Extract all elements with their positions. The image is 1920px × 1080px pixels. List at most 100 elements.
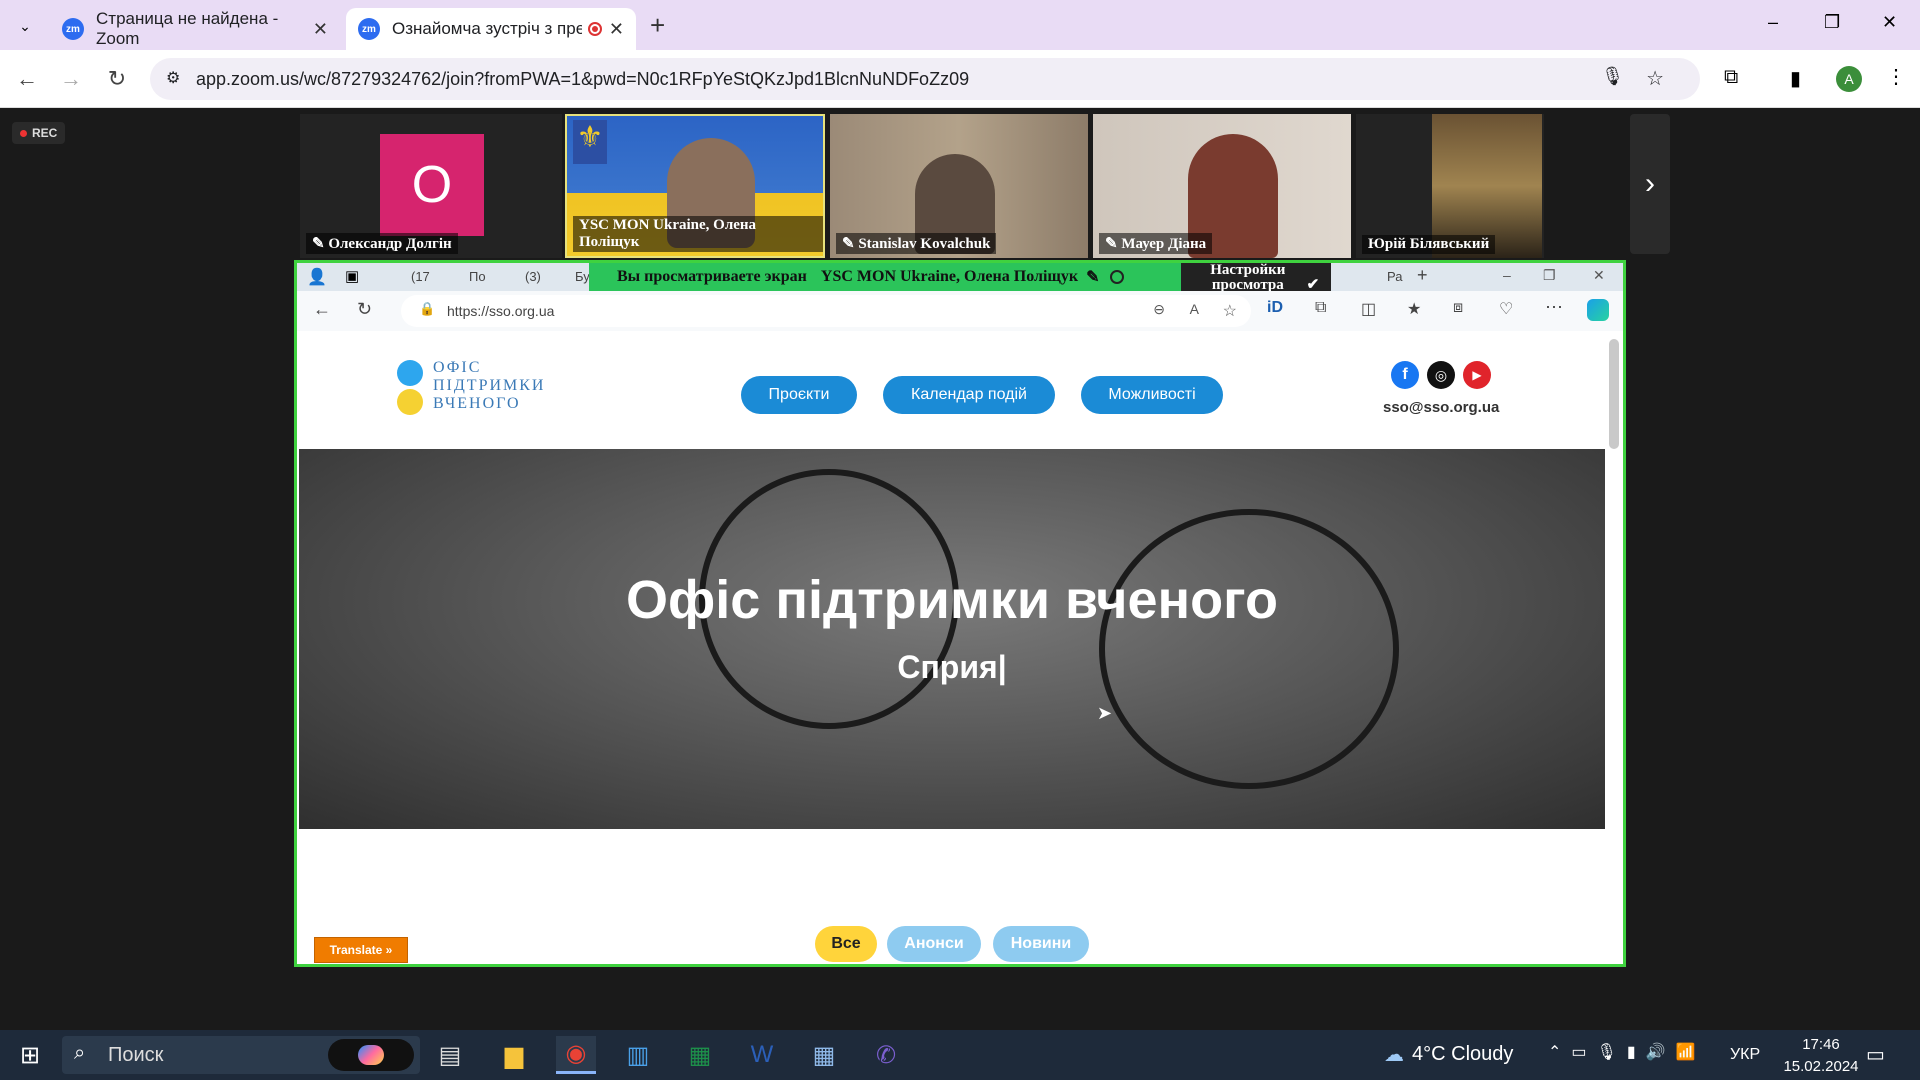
search-icon: ⌕ xyxy=(74,1042,86,1064)
shared-reload-icon: ↻ xyxy=(357,299,373,319)
profile-avatar[interactable]: A xyxy=(1836,66,1862,92)
hero-title: Офіс підтримки вченого xyxy=(626,570,1278,630)
weather-text: 4°C Cloudy xyxy=(1412,1043,1514,1065)
participant-tile[interactable]: Юрій Білявський xyxy=(1356,114,1544,258)
contact-email[interactable]: sso@sso.org.ua xyxy=(1383,399,1499,416)
mouse-cursor-icon: ➤ xyxy=(1097,703,1113,723)
extensions-icon[interactable]: ⧉ xyxy=(1724,66,1738,89)
cloud-icon: ☁ xyxy=(1384,1044,1404,1066)
tab-zoom-meeting[interactable]: zm Ознайомча зустріч з пред ✕ xyxy=(346,8,636,50)
participant-tile[interactable]: O ✎ Олександр Долгін xyxy=(300,114,562,258)
nav-projects-button[interactable]: Проєкти xyxy=(741,376,857,414)
file-explorer-icon[interactable]: ▆ xyxy=(494,1036,534,1074)
word-icon[interactable]: W xyxy=(742,1036,782,1074)
logo-line: ПІДТРИМКИ xyxy=(433,377,546,394)
filter-announcements-button[interactable]: Анонси xyxy=(887,926,981,962)
microphone-icon[interactable]: 🎙 xyxy=(1601,66,1624,87)
address-bar[interactable]: ⚙ app.zoom.us/wc/87279324762/join?fromPW… xyxy=(150,58,1700,100)
nav-calendar-button[interactable]: Календар подій xyxy=(883,376,1055,414)
screen-share-banner: Вы просматриваете экран YSC MON Ukraine,… xyxy=(589,263,1181,291)
participant-avatar: O xyxy=(380,134,484,236)
next-participants-button[interactable]: › xyxy=(1630,114,1670,254)
language-indicator[interactable]: УКР xyxy=(1730,1046,1760,1064)
view-options-button[interactable]: Настройки просмотра ✔ xyxy=(1181,263,1331,293)
nav-opportunities-button[interactable]: Можливості xyxy=(1081,376,1223,414)
participant-name: YSC MON Ukraine, Олена Поліщук xyxy=(573,216,823,252)
filter-all-button[interactable]: Все xyxy=(815,926,877,962)
translate-button[interactable]: Translate » xyxy=(314,937,408,963)
tab-search-icon[interactable]: ⌄ xyxy=(10,12,40,40)
rec-dot-icon xyxy=(20,129,27,137)
favorite-star-icon: ☆ xyxy=(1222,303,1237,320)
view-options-label: Настройки просмотра xyxy=(1210,262,1286,293)
mic-muted-icon: ✎ xyxy=(1086,269,1100,286)
record-icon xyxy=(1109,270,1124,284)
participant-tile-active-speaker[interactable]: ⚜ YSC MON Ukraine, Олена Поліщук xyxy=(565,114,825,258)
logo-blue-dot-icon xyxy=(397,360,423,386)
facebook-icon[interactable]: f xyxy=(1391,361,1419,389)
restore-button[interactable]: ❐ xyxy=(1824,12,1840,33)
excel-icon[interactable]: ▦ xyxy=(680,1036,720,1074)
search-placeholder: Поиск xyxy=(108,1043,164,1066)
filter-news-button[interactable]: Новини xyxy=(993,926,1089,962)
task-view-icon[interactable]: ▤ xyxy=(430,1036,470,1074)
shared-tab: (3) xyxy=(525,269,541,284)
zoom-logo-icon: zm xyxy=(358,18,380,40)
shared-scrollbar xyxy=(1609,339,1619,449)
forward-arrow-icon[interactable]: → xyxy=(54,62,88,96)
participant-tile[interactable]: ✎ Stanislav Kovalchuk xyxy=(830,114,1088,258)
new-tab-button[interactable]: + xyxy=(650,10,665,41)
minimize-button[interactable]: – xyxy=(1768,12,1778,33)
tab-zoom-not-found[interactable]: zm Страница не найдена - Zoom ✕ xyxy=(50,8,340,50)
youtube-icon[interactable]: ▶ xyxy=(1463,361,1491,389)
chrome-icon[interactable]: ◉ xyxy=(556,1036,596,1074)
shared-back-icon: ← xyxy=(313,299,331,319)
clock[interactable]: 17:46 15.02.2024 xyxy=(1776,1034,1866,1078)
participant-name: ✎ Мауер Діана xyxy=(1099,233,1213,254)
more-icon: ⋯ xyxy=(1545,297,1563,317)
close-icon[interactable]: ✕ xyxy=(313,19,328,40)
shared-tab: Ра xyxy=(1387,269,1403,284)
side-panel-icon[interactable]: ▮ xyxy=(1790,66,1801,91)
tab-title: Ознайомча зустріч з пред xyxy=(392,19,582,38)
banner-text: Вы просматриваете экран xyxy=(617,268,807,285)
instagram-icon[interactable]: ◎ xyxy=(1427,361,1455,389)
close-icon[interactable]: ✕ xyxy=(609,19,624,40)
shared-close-icon: ✕ xyxy=(1593,267,1605,283)
save-app-icon[interactable]: ▥ xyxy=(618,1036,658,1074)
calculator-icon[interactable]: ▦ xyxy=(804,1036,844,1074)
clock-time: 17:46 xyxy=(1802,1036,1840,1053)
viber-icon[interactable]: ✆ xyxy=(866,1036,906,1074)
clock-date: 15.02.2024 xyxy=(1783,1058,1859,1075)
back-arrow-icon[interactable]: ← xyxy=(10,62,44,96)
site-info-icon[interactable]: ⚙ xyxy=(166,68,180,88)
participant-name: Юрій Білявський xyxy=(1362,235,1496,254)
windows-start-icon[interactable]: ⊞ xyxy=(10,1036,50,1074)
close-window-button[interactable]: ✕ xyxy=(1882,12,1897,33)
menu-icon[interactable]: ⋮ xyxy=(1886,64,1906,89)
participant-name: ✎ Stanislav Kovalchuk xyxy=(836,233,997,254)
participant-tile[interactable]: ✎ Мауер Діана xyxy=(1093,114,1351,258)
shared-minimize-icon: – xyxy=(1503,267,1511,283)
zoom-out-icon: ⊖ xyxy=(1153,301,1165,317)
weather-widget[interactable]: ☁ 4°C Cloudy xyxy=(1384,1042,1513,1067)
reload-icon[interactable]: ↻ xyxy=(100,62,134,96)
copilot-icon[interactable] xyxy=(328,1039,414,1071)
collections-icon: ⧈ xyxy=(1453,299,1464,316)
read-aloud-icon: A xyxy=(1189,301,1199,317)
shared-restore-icon: ❐ xyxy=(1543,267,1556,283)
shared-new-tab-icon: + xyxy=(1417,265,1428,285)
system-tray-icons[interactable]: ⌃▭🎙▮🔊📶 xyxy=(1548,1042,1705,1062)
logo-yellow-dot-icon xyxy=(397,389,423,415)
taskbar-search[interactable]: ⌕ Поиск xyxy=(62,1036,420,1074)
lock-icon: 🔒 xyxy=(419,301,436,316)
shared-address-bar: 🔒 https://sso.org.ua ☆ A ⊖ xyxy=(401,295,1251,327)
browser-tabstrip: ⌄ zm Страница не найдена - Zoom ✕ zm Озн… xyxy=(0,0,1920,50)
copilot-icon xyxy=(1587,299,1609,321)
recording-badge: REC xyxy=(12,122,66,144)
notifications-icon[interactable]: ▭ xyxy=(1866,1042,1885,1067)
site-logo-text[interactable]: ОФІС ПІДТРИМКИ ВЧЕНОГО xyxy=(433,359,545,413)
star-icon[interactable]: ☆ xyxy=(1646,66,1664,91)
hero-banner: Офіс підтримки вченого Сприя| ➤ xyxy=(299,449,1605,829)
tab-actions-icon: ▣ xyxy=(345,268,360,285)
